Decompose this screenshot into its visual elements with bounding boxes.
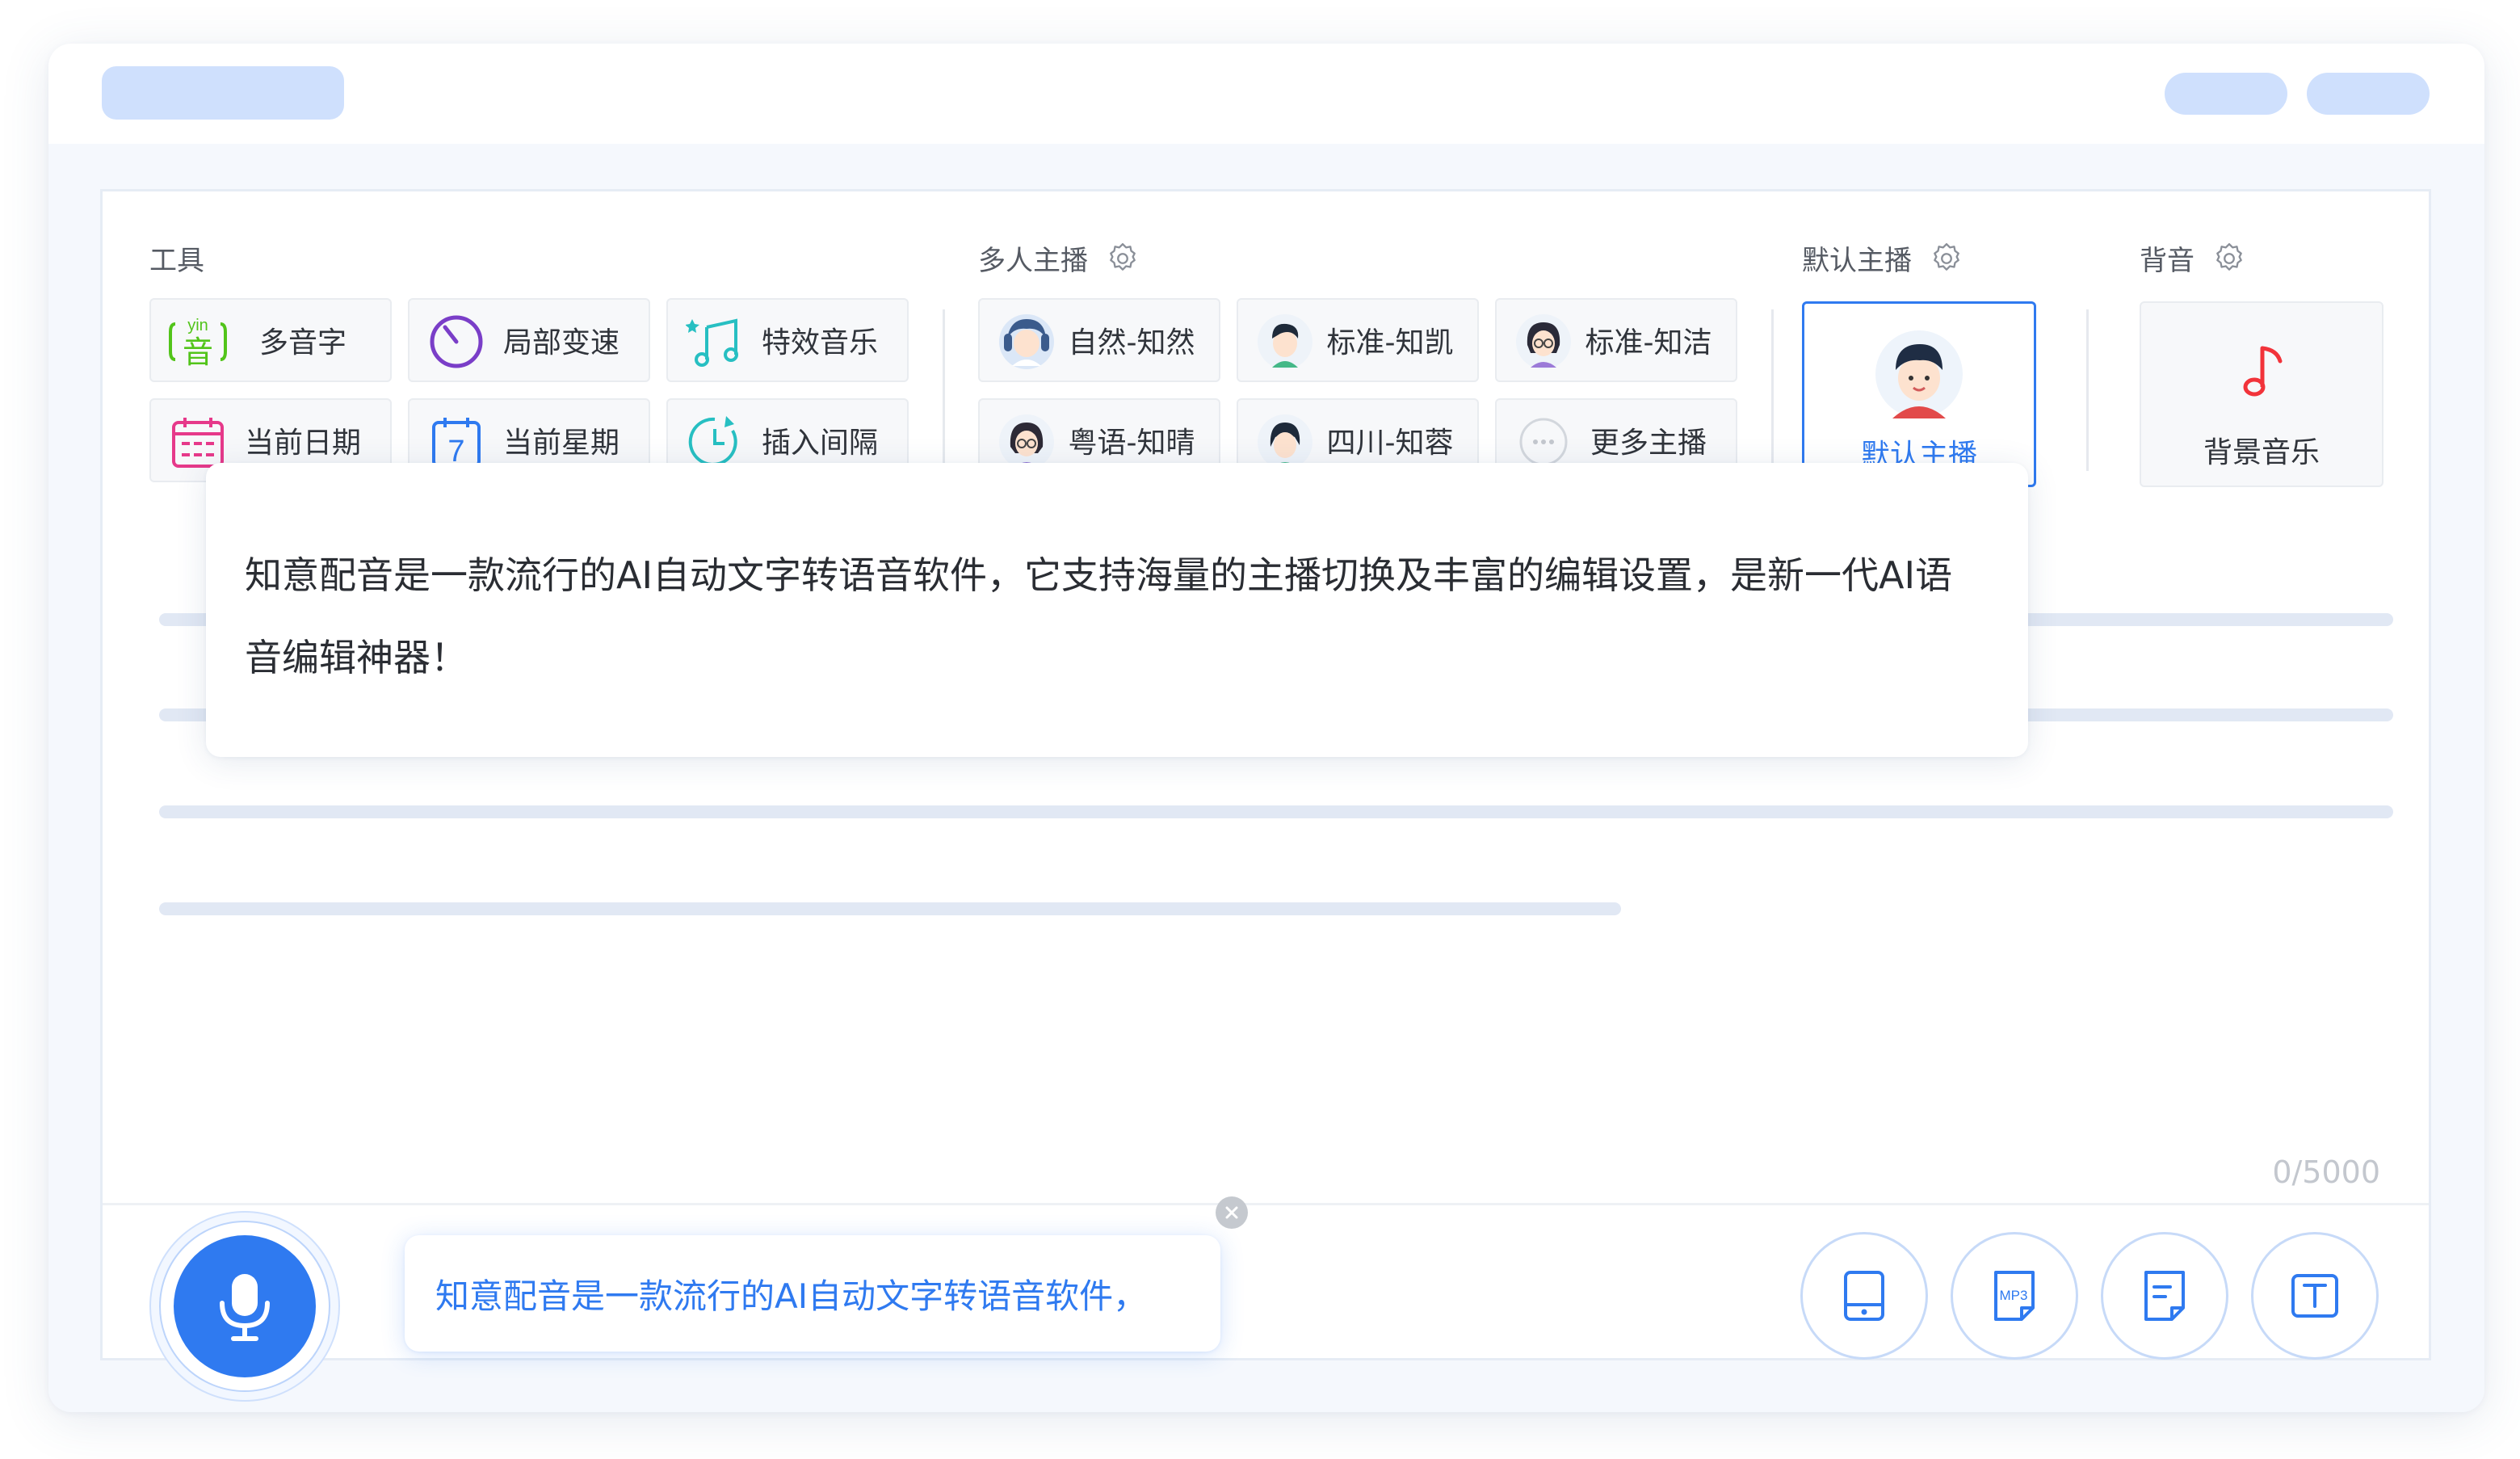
gear-icon[interactable] (1930, 242, 1964, 275)
mp3-label: MP3 (2000, 1288, 2028, 1303)
tool-label: 多音字 (258, 326, 346, 359)
text-tool-button[interactable] (2251, 1232, 2379, 1360)
tablet-icon (1844, 1271, 1884, 1321)
anchor-standard-zhikai-button[interactable]: 标准-知凯 (1237, 298, 1479, 382)
tablet-button[interactable] (1800, 1232, 1928, 1360)
background-title: 背音 (2140, 238, 2246, 278)
separator (2086, 309, 2089, 471)
tool-polyphone-button[interactable]: yin 音 多音字 (149, 298, 392, 382)
separator (1771, 309, 1774, 471)
anchor-label: 粤语-知晴 (1068, 427, 1195, 460)
gear-icon[interactable] (2212, 242, 2246, 275)
gear-icon[interactable] (1106, 242, 1140, 275)
anchor-standard-zhijie-button[interactable]: 标准-知洁 (1495, 298, 1737, 382)
default-anchor-card[interactable]: 默认主播 (1802, 301, 2036, 487)
app-logo-placeholder (102, 66, 344, 120)
anchor-label: 标准-知凯 (1326, 326, 1454, 359)
document-icon (2144, 1271, 2185, 1321)
voice-recognition-text: 知意配音是一款流行的AI自动文字转语音软件， (435, 1276, 1148, 1316)
anchor-natural-zhiran-button[interactable]: 自然-知然 (978, 298, 1220, 382)
editor-text[interactable]: 知意配音是一款流行的AI自动文字转语音软件，它支持海量的主播切换及丰富的编辑设置… (245, 534, 1989, 699)
background-music-card[interactable]: 背景音乐 (2140, 301, 2384, 487)
close-icon[interactable] (1216, 1196, 1248, 1229)
close-x-glyph (1225, 1206, 1238, 1219)
mp3-export-button[interactable]: MP3 (1951, 1232, 2078, 1360)
tools-title: 工具 (149, 245, 204, 277)
microphone-icon (220, 1274, 270, 1341)
anchor-label: 更多主播 (1590, 427, 1707, 460)
tool-label: 局部变速 (502, 326, 620, 359)
text-placeholder-line (159, 902, 1621, 915)
tool-label: 插入间隔 (761, 427, 878, 460)
mic-ring (159, 1221, 330, 1392)
avatar-icon (1875, 330, 1963, 418)
anchors-title: 多人主播 (978, 238, 1140, 278)
tool-label: 当前日期 (244, 427, 361, 460)
text-placeholder-line (159, 805, 2393, 818)
anchor-label: 自然-知然 (1068, 326, 1195, 359)
bottom-divider (103, 1203, 2429, 1205)
anchor-label: 四川-知蓉 (1326, 427, 1454, 460)
tool-local-speed-button[interactable]: 局部变速 (408, 298, 650, 382)
text-box-icon (2291, 1274, 2338, 1318)
mic-core (174, 1235, 316, 1377)
tool-effect-music-button[interactable]: 特效音乐 (666, 298, 909, 382)
anchor-label: 标准-知洁 (1585, 326, 1712, 359)
voice-input-button[interactable] (149, 1211, 340, 1402)
voice-recognition-bubble: 知意配音是一款流行的AI自动文字转语音软件， (405, 1235, 1220, 1352)
document-button[interactable] (2101, 1232, 2228, 1360)
mp3-file-icon: MP3 (1994, 1271, 2035, 1321)
tool-label: 当前星期 (502, 427, 620, 460)
app-window: 工具 yin 音 多音字 局部变速 特效音乐 当前日期 7 当前星期 插入间隔 … (48, 44, 2484, 1412)
character-counter: 0/5000 (2272, 1154, 2380, 1190)
header-button-2[interactable] (2307, 73, 2430, 115)
background-music-label: 背景音乐 (2203, 436, 2320, 469)
title-bar (48, 44, 2484, 144)
default-anchor-title: 默认主播 (1802, 238, 1964, 278)
separator (943, 309, 945, 471)
editor-panel: 工具 yin 音 多音字 局部变速 特效音乐 当前日期 7 当前星期 插入间隔 … (100, 189, 2431, 1402)
music-note-icon (2243, 346, 2283, 397)
text-preview-popup: 知意配音是一款流行的AI自动文字转语音软件，它支持海量的主播切换及丰富的编辑设置… (206, 463, 2028, 757)
tool-label: 特效音乐 (761, 326, 878, 359)
header-button-1[interactable] (2165, 73, 2287, 115)
